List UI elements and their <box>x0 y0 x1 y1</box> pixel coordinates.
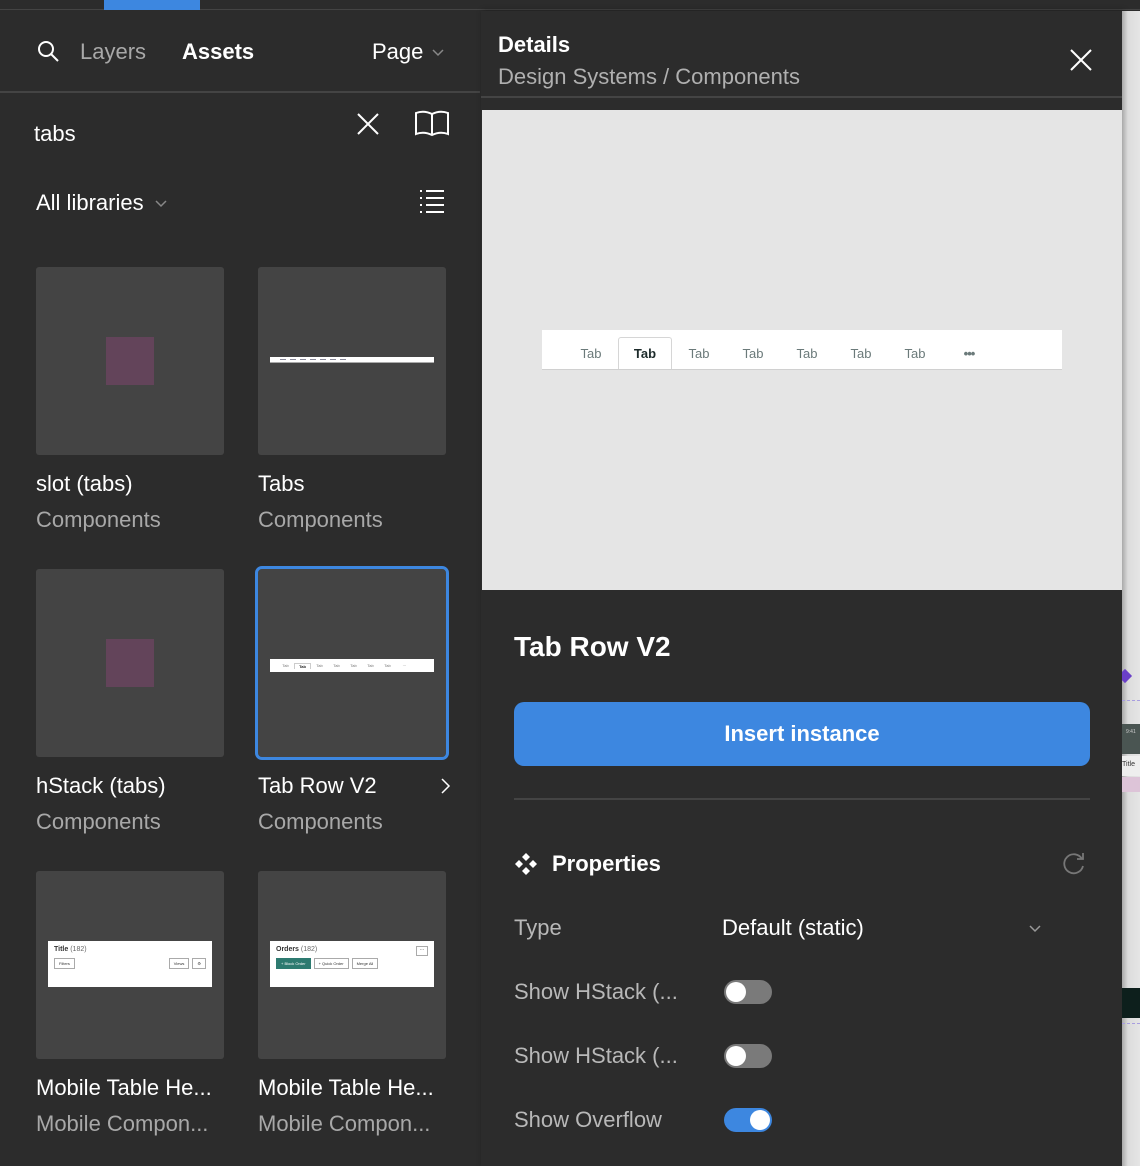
property-label: Show HStack (... <box>514 1043 678 1068</box>
details-breadcrumb: Design Systems / Components <box>498 64 801 89</box>
clear-search-icon[interactable] <box>356 112 380 136</box>
active-tool-indicator <box>104 0 200 10</box>
preview-tab: Tab <box>850 345 872 361</box>
component-marker-icon <box>1122 668 1133 684</box>
preview-tab-active: Tab <box>618 337 672 369</box>
asset-title: Tab Row V2 <box>258 773 377 798</box>
chevron-down-icon <box>155 200 167 208</box>
asset-search-input[interactable] <box>34 119 334 149</box>
property-label: Show HStack (... <box>514 979 678 1004</box>
details-panel: Details Design Systems / Components Tab … <box>481 11 1122 1166</box>
asset-card-mobile-table-header-orders[interactable]: Orders (182) ··· + Block Order + Quick O… <box>258 871 446 1137</box>
show-overflow-toggle[interactable] <box>724 1108 772 1132</box>
library-filter-dropdown[interactable]: All libraries <box>36 190 168 216</box>
asset-thumbnail: Title (182) Filters Views ⚙ <box>36 871 224 1059</box>
search-icon[interactable] <box>36 39 60 63</box>
library-book-icon[interactable] <box>414 110 450 138</box>
list-view-icon[interactable] <box>418 188 446 216</box>
details-header: Details Design Systems / Components <box>481 11 1122 98</box>
asset-title: Mobile Table He... <box>36 1075 212 1100</box>
asset-library: Components <box>258 507 383 532</box>
chevron-right-icon[interactable] <box>438 777 452 795</box>
library-filter-label: All libraries <box>36 190 144 215</box>
chevron-down-icon <box>1029 925 1041 933</box>
type-select-value: Default (static) <box>722 915 864 940</box>
tab-assets[interactable]: Assets <box>182 39 254 65</box>
guide-line <box>1122 700 1140 701</box>
property-label: Show Overflow <box>514 1107 662 1132</box>
canvas-slot <box>1122 777 1140 792</box>
asset-library: Components <box>36 809 161 834</box>
mobile-table-header-preview: Title (182) Filters Views ⚙ <box>48 941 212 987</box>
component-properties-icon <box>515 853 537 875</box>
show-hstack-toggle-2[interactable] <box>724 1044 772 1068</box>
tab-row-preview: Tab Tab Tab Tab Tab Tab Tab ••• <box>542 330 1062 370</box>
design-canvas[interactable]: 9:41 Title <box>1122 11 1140 1166</box>
show-hstack-toggle-1[interactable] <box>724 980 772 1004</box>
slot-placeholder <box>106 337 154 385</box>
asset-thumbnail: Orders (182) ··· + Block Order + Quick O… <box>258 871 446 1059</box>
asset-library: Components <box>36 507 161 532</box>
mobile-table-header-preview: Orders (182) ··· + Block Order + Quick O… <box>270 941 434 987</box>
preview-tab: Tab <box>688 345 710 361</box>
type-select[interactable]: Default (static) <box>722 915 1042 941</box>
asset-title: Mobile Table He... <box>258 1075 434 1100</box>
properties-header: Properties <box>514 851 661 877</box>
close-icon[interactable] <box>1069 48 1093 72</box>
page-selector[interactable]: Page <box>372 39 445 65</box>
tab-layers[interactable]: Layers <box>80 39 146 65</box>
preview-tab: Tab <box>742 345 764 361</box>
asset-library: Mobile Compon... <box>36 1111 209 1136</box>
divider <box>514 798 1090 800</box>
property-show-hstack-1: Show HStack (... <box>514 972 1090 1012</box>
asset-card-slot-tabs[interactable]: slot (tabs) Components <box>36 267 224 533</box>
panel-header: Layers Assets Page <box>0 11 480 93</box>
asset-card-hstack-tabs[interactable]: hStack (tabs) Components <box>36 569 224 835</box>
property-show-hstack-2: Show HStack (... <box>514 1036 1090 1076</box>
asset-library: Mobile Compon... <box>258 1111 431 1136</box>
asset-thumbnail: Tab Tab Tab Tab Tab Tab Tab ··· <box>255 566 449 760</box>
asset-thumbnail <box>36 267 224 455</box>
reset-icon[interactable] <box>1061 851 1087 877</box>
preview-tab: Tab <box>904 345 926 361</box>
details-title: Details <box>498 32 571 57</box>
asset-card-tab-row-v2[interactable]: Tab Tab Tab Tab Tab Tab Tab ··· Tab Row V2 Comp… <box>255 566 451 835</box>
top-toolbar <box>0 0 1140 10</box>
asset-title: slot (tabs) <box>36 471 133 496</box>
tab-row-preview: Tab Tab Tab Tab Tab Tab Tab ··· <box>270 659 434 672</box>
preview-tab: Tab <box>796 345 818 361</box>
property-type: Type Default (static) <box>514 908 1090 948</box>
canvas-dark-bar <box>1122 988 1140 1018</box>
guide-line <box>1122 1023 1140 1024</box>
slot-placeholder <box>106 639 154 687</box>
insert-instance-button[interactable]: Insert instance <box>514 702 1090 766</box>
asset-title: hStack (tabs) <box>36 773 166 798</box>
component-preview: Tab Tab Tab Tab Tab Tab Tab ••• <box>482 110 1122 590</box>
asset-card-mobile-table-header[interactable]: Title (182) Filters Views ⚙ Mobile Table … <box>36 871 224 1137</box>
property-label: Type <box>514 915 562 940</box>
tab-strip-preview <box>270 357 434 363</box>
asset-card-tabs[interactable]: Tabs Components <box>258 267 446 533</box>
component-name: Tab Row V2 <box>514 631 671 662</box>
asset-library: Components <box>258 809 383 834</box>
canvas-status-bar: 9:41 <box>1122 724 1140 754</box>
canvas-title-text: Title <box>1122 756 1140 776</box>
asset-title: Tabs <box>258 471 305 496</box>
chevron-down-icon <box>432 49 444 57</box>
asset-thumbnail <box>258 267 446 455</box>
preview-tab: Tab <box>580 345 602 361</box>
preview-overflow-icon: ••• <box>963 345 976 361</box>
property-show-overflow: Show Overflow <box>514 1100 1090 1140</box>
page-selector-label: Page <box>372 39 424 64</box>
asset-thumbnail <box>36 569 224 757</box>
properties-heading: Properties <box>552 851 661 876</box>
